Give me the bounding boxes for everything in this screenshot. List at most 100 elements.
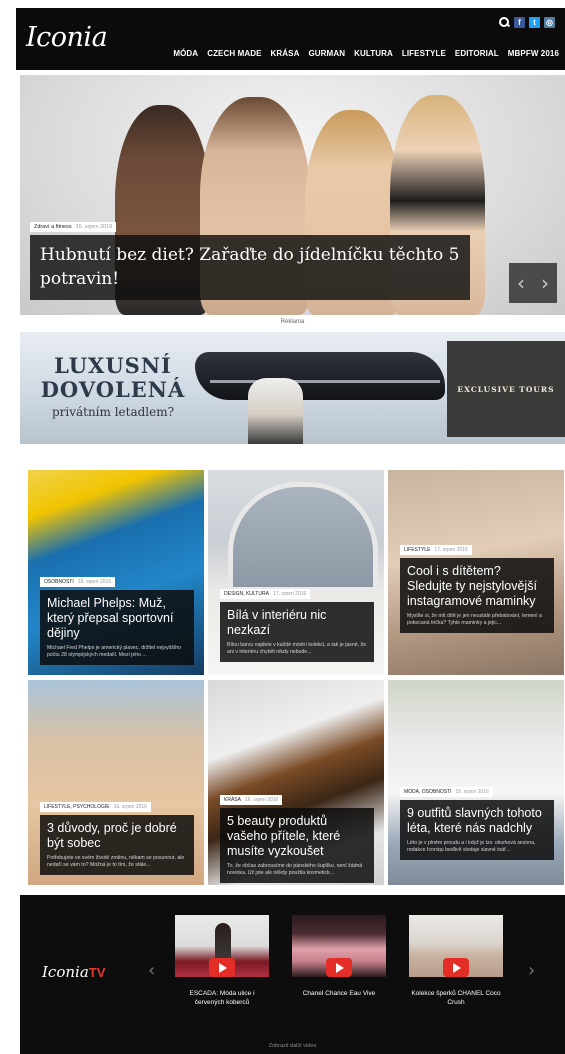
article-title[interactable]: 5 beauty produktů vašeho přítele, které … [227,814,367,859]
category-badge[interactable]: Zdraví a fitness 16. srpen 2016 [30,222,117,232]
tv-prev-arrow-icon[interactable]: ‹ [148,960,155,981]
hero-title[interactable]: Hubnutí bez diet? Zařaďte do jídelníčku … [40,243,460,291]
banner-heading-line2: DOVOLENÁ [40,377,186,402]
video-thumbnail[interactable] [175,915,269,977]
banner-brand-title: EXCLUSIVE TOURS [457,384,555,394]
nav-item-krasa[interactable]: KRÁSA [271,49,300,58]
category-badge[interactable]: LIFESTYLE 17. srpen 2016 [400,545,472,555]
video-person-image [215,923,231,963]
article-excerpt: Michael Fred Phelps je americký plavec, … [47,645,182,658]
article-title[interactable]: Cool i s dítětem? Sledujte ty nejstylově… [407,564,547,609]
article-excerpt: Bílou barvu najdete v každé módní kolekc… [227,642,366,655]
nav-item-czech-made[interactable]: CZECH MADE [207,49,261,58]
article-text-box: Michael Phelps: Muž, který přepsal sport… [40,590,194,665]
video-thumbnail[interactable] [409,915,503,977]
category-label: DESIGN, KULTURA [224,591,269,597]
category-label: Zdraví a fitness [34,224,72,230]
article-title[interactable]: 9 outfitů slavných tohoto léta, které ná… [407,806,547,836]
category-label: LIFESTYLE, PSYCHOLOGIE [44,804,110,810]
next-arrow-icon[interactable]: › [541,273,549,293]
category-badge[interactable]: MÓDA, OSOBNOSTI 16. srpen 2016 [400,787,493,797]
nav-item-editorial[interactable]: EDITORIAL [455,49,499,58]
ad-banner[interactable]: LUXUSNÍ DOVOLENÁ privátním letadlem? EXC… [20,332,565,444]
article-caption: KRÁSA 16. srpen 2016 5 beauty produktů va… [220,788,374,883]
video-title[interactable]: Chanel Chance Eau Vive [292,989,386,998]
video-item[interactable]: ESCADA: Móda ulice i červených koberců [175,915,269,1007]
article-card[interactable]: LIFESTYLE, PSYCHOLOGIE 16. srpen 2016 3 d… [28,680,204,885]
main-nav: MÓDA CZECH MADE KRÁSA GURMAN KULTURA LIF… [173,49,559,58]
banner-subheading: privátním letadlem? [51,405,175,419]
article-caption: LIFESTYLE 17. srpen 2016 Cool i s dítětem… [400,538,554,633]
article-title[interactable]: Bílá v interiéru nic nezkazí [227,608,367,638]
article-caption: LIFESTYLE, PSYCHOLOGIE 16. srpen 2016 3 d… [40,795,194,875]
article-caption: MÓDA, OSOBNOSTI 16. srpen 2016 9 outfitů … [400,780,554,860]
banner-heading-line1: LUXUSNÍ [54,353,172,378]
date-label: 17. srpen 2016 [272,591,307,597]
nav-item-lifestyle[interactable]: LIFESTYLE [402,49,446,58]
category-label: LIFESTYLE [404,547,431,553]
banner-brand-box: EXCLUSIVE TOURS [447,341,565,437]
article-title[interactable]: Michael Phelps: Muž, který přepsal sport… [47,596,187,641]
article-card[interactable]: OSOBNOSTI 18. srpen 2016 Michael Phelps: … [28,470,204,675]
date-label: 18. srpen 2016 [77,579,112,585]
ad-label: Reklama [280,319,305,325]
video-thumbnail[interactable] [292,915,386,977]
category-badge[interactable]: DESIGN, KULTURA 17. srpen 2016 [220,589,311,599]
article-excerpt: Myslíte si, že mít dítě je jen neustálé … [407,613,542,626]
article-text-box: Cool i s dítětem? Sledujte ty nejstylově… [400,558,554,633]
nav-item-kultura[interactable]: KULTURA [354,49,393,58]
category-label: OSOBNOSTI [44,579,74,585]
play-icon[interactable] [443,958,469,977]
article-caption: DESIGN, KULTURA 17. srpen 2016 Bílá v int… [220,582,374,662]
article-card[interactable]: LIFESTYLE 17. srpen 2016 Cool i s dítětem… [388,470,564,675]
nav-item-gurman[interactable]: GURMAN [308,49,345,58]
banner-people-image [248,378,303,444]
hero-title-box: Hubnutí bez diet? Zařaďte do jídelníčku … [30,235,470,300]
prev-arrow-icon[interactable]: ‹ [517,273,525,293]
category-badge[interactable]: LIFESTYLE, PSYCHOLOGIE 16. srpen 2016 [40,802,151,812]
play-icon[interactable] [326,958,352,977]
article-card[interactable]: DESIGN, KULTURA 17. srpen 2016 Bílá v int… [208,470,384,675]
article-excerpt: Léto je v plném proudu a i když je tzv. … [407,840,536,853]
article-card[interactable]: KRÁSA 16. srpen 2016 5 beauty produktů va… [208,680,384,885]
instagram-icon[interactable]: ◎ [544,16,555,28]
article-excerpt: Potřebujete ve svém životě změnu, někam … [47,855,185,868]
article-card[interactable]: MÓDA, OSOBNOSTI 16. srpen 2016 9 outfitů … [388,680,564,885]
search-icon[interactable] [498,16,510,28]
hero-slider[interactable]: Zdraví a fitness 16. srpen 2016 Hubnutí b… [20,75,565,315]
tv-next-arrow-icon[interactable]: › [528,960,535,981]
date-label: 16. srpen 2016 [113,804,147,810]
video-item[interactable]: Kolekce šperků CHANEL Coco Crush [409,915,503,1007]
nav-item-mbpfw[interactable]: MBPFW 2016 [508,49,559,58]
twitter-icon[interactable]: t [529,16,540,28]
article-title[interactable]: 3 důvody, proč je dobré být sobec [47,821,187,851]
nav-item-moda[interactable]: MÓDA [173,49,198,58]
article-text-box: 5 beauty produktů vašeho přítele, které … [220,808,374,883]
site-header: Iconia f t ◎ MÓDA CZECH MADE KRÁSA GURMA… [16,8,565,70]
article-text-box: 9 outfitů slavných tohoto léta, které ná… [400,800,554,860]
tv-logo-suffix: TV [88,965,106,980]
facebook-icon[interactable]: f [514,16,525,28]
jet-stripe [210,380,440,383]
hero-caption[interactable]: Zdraví a fitness 16. srpen 2016 Hubnutí b… [30,215,470,300]
category-label: KRÁSA [224,797,241,803]
article-text-box: 3 důvody, proč je dobré být sobec Potřeb… [40,815,194,875]
category-badge[interactable]: OSOBNOSTI 18. srpen 2016 [40,577,116,587]
category-badge[interactable]: KRÁSA 16. srpen 2016 [220,795,283,805]
private-jet-image [195,352,445,400]
tv-logo[interactable]: IconiaTV [42,963,105,981]
category-label: MÓDA, OSOBNOSTI [404,789,452,795]
article-text-box: Bílá v interiéru nic nezkazí Bílou barvu… [220,602,374,662]
video-title[interactable]: Kolekce šperků CHANEL Coco Crush [409,989,503,1007]
more-videos-link[interactable]: Zobrazit další videa [20,1043,565,1049]
article-caption: OSOBNOSTI 18. srpen 2016 Michael Phelps: … [40,570,194,665]
video-item[interactable]: Chanel Chance Eau Vive [292,915,386,998]
iconia-tv-section: IconiaTV ‹ › ESCADA: Móda ulice i červen… [20,895,565,1054]
date-label: 16. srpen 2016 [75,224,113,230]
video-title[interactable]: ESCADA: Móda ulice i červených koberců [175,989,269,1007]
play-icon[interactable] [209,958,235,977]
header-icons: f t ◎ [498,16,555,28]
site-logo[interactable]: Iconia [26,22,108,53]
date-label: 16. srpen 2016 [455,789,489,795]
window-image [228,482,378,592]
